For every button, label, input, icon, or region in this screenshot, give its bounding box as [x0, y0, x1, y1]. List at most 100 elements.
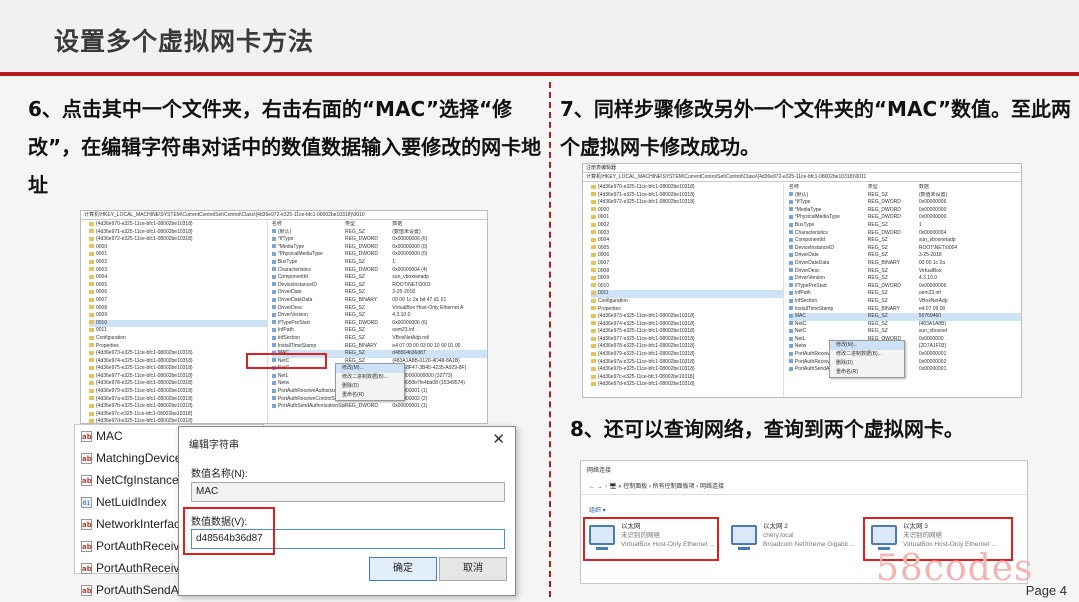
adapter-ethernet-2[interactable]: 以太网 2 chery.local Broadcom NetXtreme Gig…: [727, 519, 867, 561]
tree-item[interactable]: Configuration: [591, 298, 783, 306]
value-row[interactable]: Characteristics REG_DWORD 0x00000004 (4): [271, 267, 487, 275]
value-row[interactable]: *MediaType REG_DWORD 0x00000000: [788, 207, 1021, 215]
value-row[interactable]: *MediaType REG_DWORD 0x00000000 (0): [271, 244, 487, 252]
context-menu-item[interactable]: 重命名(R): [336, 391, 404, 400]
tree-item[interactable]: {4d36e977-e325-11ce-bfc1-08002be10318}: [591, 336, 783, 344]
context-menu[interactable]: 修改(M)... 修改二进制数据(B)... 删除(D) 重命名(R): [335, 363, 405, 401]
tree-item[interactable]: 0003: [591, 230, 783, 238]
tree-item[interactable]: {4d36e971-e325-11ce-bfc1-08002be10318}: [591, 192, 783, 200]
registry-address-bar[interactable]: 计算机\HKEY_LOCAL_MACHINE\SYSTEM\CurrentCon…: [583, 173, 1021, 182]
tree-item[interactable]: {4d36e978-e325-11ce-bfc1-08002be10318}: [89, 380, 267, 388]
context-menu-item[interactable]: 修改二进制数据(B)...: [336, 373, 404, 382]
tree-item[interactable]: {4d36e972-e325-11ce-bfc1-08002be10318}: [89, 236, 267, 244]
value-row[interactable]: MAC REG_SZ 50769460: [788, 313, 1021, 321]
tree-item[interactable]: 0005: [89, 282, 267, 290]
tree-item[interactable]: 0003: [89, 267, 267, 275]
values-header[interactable]: 名称 类型 数据: [272, 221, 487, 229]
tree-item[interactable]: {4d36e97a-e325-11ce-bfc1-08002be10318}: [89, 396, 267, 404]
value-row[interactable]: NetC REG_SZ sun_vboxnet: [788, 328, 1021, 336]
value-row[interactable]: DriverDateData REG_BINARY 00 00 1c 2a bd 4…: [271, 297, 487, 305]
value-row[interactable]: InfPath REG_SZ oem23.inf: [271, 327, 487, 335]
tree-item[interactable]: {4d36e97a-e325-11ce-bfc1-08002be10318}: [591, 359, 783, 367]
tree-item[interactable]: 0008: [591, 268, 783, 276]
context-menu-item[interactable]: 修改(M)...: [336, 364, 404, 373]
cancel-button[interactable]: 取消: [439, 557, 507, 581]
value-row[interactable]: (默认) REG_SZ (数值未设置): [271, 229, 487, 237]
registry-address-bar[interactable]: 计算机\HKEY_LOCAL_MACHINE\SYSTEM\CurrentCon…: [81, 211, 487, 220]
tree-item[interactable]: 0006: [89, 289, 267, 297]
tree-item[interactable]: 0002: [89, 259, 267, 267]
ok-button[interactable]: 确定: [369, 557, 437, 581]
value-row[interactable]: InstallTimeStamp REG_BINARY e4 07 09 00: [788, 306, 1021, 314]
value-row[interactable]: DeviceInstanceID REG_SZ ROOT\NET\0004: [788, 245, 1021, 253]
value-row[interactable]: (默认) REG_SZ (数值未设置): [788, 192, 1021, 200]
tree-item[interactable]: 0002: [591, 222, 783, 230]
tree-item[interactable]: 0007: [591, 260, 783, 268]
registry-tree[interactable]: {4d36e970-e325-11ce-bfc1-08002be10318} {4…: [81, 221, 268, 423]
tree-item[interactable]: {4d36e979-e325-11ce-bfc1-08002be10318}: [591, 351, 783, 359]
value-row[interactable]: DriverDateData REG_BINARY 00 00 1c 2a: [788, 260, 1021, 268]
context-menu-item[interactable]: 重命名(R): [830, 368, 904, 377]
tree-item[interactable]: {4d36e978-e325-11ce-bfc1-08002be10318}: [591, 343, 783, 351]
tree-item[interactable]: {4d36e974-e325-11ce-bfc1-08002be10318}: [591, 321, 783, 329]
tree-item[interactable]: 0001: [591, 214, 783, 222]
organize-menu[interactable]: 组织 ▾: [589, 505, 606, 514]
tree-item[interactable]: 0010: [591, 283, 783, 291]
breadcrumb[interactable]: ← → ↑ 🖥 » 控制面板 › 所有控制面板项 › 网络连接: [581, 479, 1027, 495]
value-row[interactable]: Characteristics REG_DWORD 0x00000004: [788, 230, 1021, 238]
value-row[interactable]: DriverDate REG_SZ 3-25-2018: [271, 289, 487, 297]
value-row[interactable]: InfSection REG_SZ VBoxNetAdp.ndi: [271, 335, 487, 343]
value-row[interactable]: ComponentId REG_SZ sun_vboxnetadp: [788, 237, 1021, 245]
value-row[interactable]: IfTypePreStart REG_DWORD 0x00000006: [788, 283, 1021, 291]
tree-item[interactable]: {4d36e973-e325-11ce-bfc1-08002be10318}: [89, 350, 267, 358]
tree-item[interactable]: 0011: [89, 327, 267, 335]
value-row[interactable]: DriverVersion REG_SZ 4.3.10.0: [271, 312, 487, 320]
value-name-field[interactable]: MAC: [191, 482, 505, 502]
value-row[interactable]: *IfType REG_DWORD 0x00000006: [788, 199, 1021, 207]
tree-item[interactable]: {4d36e975-e325-11ce-bfc1-08002be10318}: [591, 328, 783, 336]
context-menu[interactable]: 修改(M)... 修改二进制数据(B)... 删除(D) 重命名(R): [829, 340, 905, 378]
tree-item[interactable]: {4d36e972-e325-11ce-bfc1-08002be10318}: [591, 199, 783, 207]
value-row[interactable]: ComponentId REG_SZ sun_vboxnetadp: [271, 274, 487, 282]
tree-item[interactable]: {4d36e97c-e325-11ce-bfc1-08002be10318}: [89, 411, 267, 419]
value-row[interactable]: DriverDesc REG_SZ VirtualBox Host-Only Eth…: [271, 305, 487, 313]
value-row[interactable]: DeviceInstanceID REG_SZ ROOT\NET\0003: [271, 282, 487, 290]
tree-item[interactable]: {4d36e975-e325-11ce-bfc1-08002be10318}: [89, 365, 267, 373]
context-menu-item[interactable]: 删除(D): [336, 382, 404, 391]
tree-item[interactable]: 0011: [591, 290, 784, 298]
tree-item[interactable]: 0004: [591, 237, 783, 245]
tree-item[interactable]: 0001: [89, 251, 267, 259]
context-menu-item[interactable]: 修改二进制数据(B)...: [830, 350, 904, 359]
value-row[interactable]: *IfType REG_DWORD 0x00000006 (6): [271, 236, 487, 244]
tree-item[interactable]: {4d36e973-e325-11ce-bfc1-08002be10318}: [591, 313, 783, 321]
tree-item[interactable]: {4d36e974-e325-11ce-bfc1-08002be10318}: [89, 358, 267, 366]
tree-item[interactable]: {4d36e97d-e325-11ce-bfc1-08002be10318}: [591, 381, 783, 389]
values-header[interactable]: 名称 类型 数据: [789, 184, 1021, 192]
value-row[interactable]: DriverVersion REG_SZ 4.3.10.0: [788, 275, 1021, 283]
tree-item[interactable]: Properties: [89, 343, 267, 351]
value-row[interactable]: *PhysicalMediaType REG_DWORD 0x00000000 (0…: [271, 251, 487, 259]
tree-item[interactable]: {4d36e97c-e325-11ce-bfc1-08002be10318}: [591, 374, 783, 382]
context-menu-item[interactable]: 删除(D): [830, 359, 904, 368]
tree-item[interactable]: 0009: [591, 275, 783, 283]
value-row[interactable]: InfPath REG_SZ oem23.inf: [788, 290, 1021, 298]
value-row[interactable]: DriverDesc REG_SZ VirtualBox: [788, 268, 1021, 276]
tree-item[interactable]: {4d36e97b-e325-11ce-bfc1-08002be10318}: [89, 403, 267, 411]
value-row[interactable]: DriverDate REG_SZ 3-25-2018: [788, 252, 1021, 260]
tree-item[interactable]: {4d36e970-e325-11ce-bfc1-08002be10318}: [89, 221, 267, 229]
value-row[interactable]: IfTypePreStart REG_DWORD 0x00000006 (6): [271, 320, 487, 328]
tree-item[interactable]: {4d36e97b-e325-11ce-bfc1-08002be10318}: [591, 366, 783, 374]
tree-item[interactable]: 0010: [89, 319, 267, 328]
tree-item[interactable]: 0009: [89, 312, 267, 320]
tree-item[interactable]: 0000: [591, 207, 783, 215]
tree-item[interactable]: Configuration: [89, 335, 267, 343]
registry-tree[interactable]: {4d36e970-e325-11ce-bfc1-08002be10318} {4…: [583, 184, 785, 397]
tree-item[interactable]: {4d36e971-e325-11ce-bfc1-08002be10318}: [89, 229, 267, 237]
value-row[interactable]: InstallTimeStamp REG_BINARY e4 07 09 00 03…: [271, 343, 487, 351]
tree-item[interactable]: {4d36e977-e325-11ce-bfc1-08002be10318}: [89, 373, 267, 381]
value-row[interactable]: *PhysicalMediaType REG_DWORD 0x00000000: [788, 214, 1021, 222]
value-row[interactable]: BusType REG_SZ 1: [788, 222, 1021, 230]
value-row[interactable]: BusType REG_SZ 1: [271, 259, 487, 267]
value-row[interactable]: PortAuthSendAuthorizationStateREG_DWORD0…: [271, 403, 487, 411]
tree-item[interactable]: {4d36e979-e325-11ce-bfc1-08002be10318}: [89, 388, 267, 396]
